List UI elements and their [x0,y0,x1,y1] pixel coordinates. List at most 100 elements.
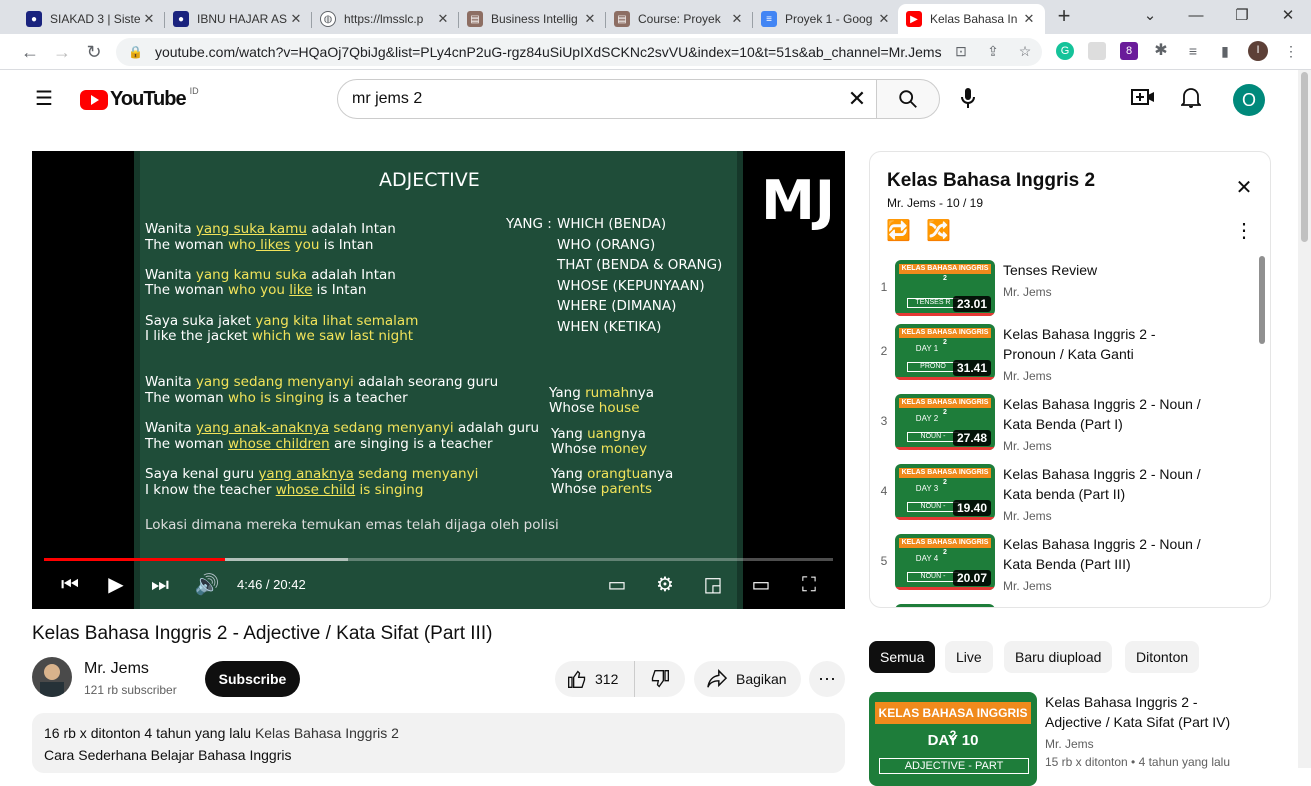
browser-tab[interactable]: ▤ Business Intellig ✕ [459,4,606,34]
extension-grid-icon[interactable] [1088,42,1106,60]
recommended-video[interactable]: KELAS BAHASA INGGRIS 2 DAY 10 ADJECTIVE … [869,692,1289,786]
more-actions-icon[interactable]: ⋯ [809,661,845,697]
progress-bar[interactable] [44,558,833,561]
board-line: Lokasi dimana mereka temukan emas telah … [145,517,559,533]
close-tab-icon[interactable]: ✕ [288,11,304,27]
hamburger-menu-icon[interactable]: ☰ [32,87,56,111]
chrome-menu-icon[interactable]: ⋮ [1280,40,1302,62]
minimize-icon[interactable]: — [1173,4,1219,28]
close-tab-icon[interactable]: ✕ [435,11,451,27]
address-bar[interactable]: 🔒 youtube.com/watch?v=HQaOj7QbiJg&list=P… [116,38,1042,66]
playlist-scrollbar[interactable] [1259,256,1265,344]
extension-badge-icon[interactable]: 8 [1120,42,1138,60]
settings-gear-icon[interactable]: ⚙ [651,573,679,597]
dislike-button[interactable] [635,661,685,697]
duration-badge: 27.48 [952,430,991,446]
notifications-bell-icon[interactable] [1179,87,1203,111]
microphone-icon[interactable] [956,87,980,111]
subscribe-button[interactable]: Subscribe [205,661,300,697]
recommended-thumbnail: KELAS BAHASA INGGRIS 2 DAY 10 ADJECTIVE … [869,692,1037,786]
youtube-header: ☰ YouTube ID mr jems 2 ✕ O [0,70,1298,128]
maximize-icon[interactable]: ❐ [1219,4,1265,28]
description-box[interactable]: 16 rb x ditonton 4 tahun yang lalu Kelas… [32,713,845,773]
subtitles-icon[interactable]: ▭ [603,573,631,597]
thumbnail-label: NOUN - [907,572,959,582]
chip-live[interactable]: Live [945,641,993,673]
play-icon[interactable]: ▶ [102,573,130,597]
tab-search-icon[interactable]: ⌄ [1127,4,1173,28]
tab-title: Course: Proyek [638,12,721,26]
like-button[interactable]: 312 [555,661,635,697]
playlist-index: 4 [880,484,888,498]
browser-tab[interactable]: ▤ Course: Proyek ✕ [606,4,753,34]
video-player[interactable]: ADJECTIVE MJ Wanita yang suka kamu adala… [32,151,845,609]
browser-tab[interactable]: ● IBNU HAJAR AS ✕ [165,4,312,34]
theater-mode-icon[interactable]: ▭ [747,573,775,597]
chip-all[interactable]: Semua [869,641,936,673]
extensions-puzzle-icon[interactable]: ✱ [1150,40,1172,62]
close-tab-icon[interactable]: ✕ [582,11,598,27]
profile-avatar[interactable]: I [1248,41,1268,61]
board-edge-right [737,151,743,609]
close-playlist-icon[interactable]: ✕ [1232,176,1256,200]
close-tab-icon[interactable]: ✕ [1021,11,1037,27]
playlist-menu-icon[interactable]: ⋮ [1232,219,1256,243]
share-icon[interactable]: ⇪ [982,40,1004,62]
back-icon[interactable]: ← [18,40,42,64]
shuffle-icon[interactable]: 🔀 [926,219,951,243]
media-controls-icon[interactable]: ≡ [1182,40,1204,62]
grammarly-icon[interactable]: G [1056,42,1074,60]
playlist-title[interactable]: Kelas Bahasa Inggris 2 [887,170,1095,192]
clear-search-icon[interactable]: ✕ [844,86,870,112]
playlist-item[interactable]: 4 KELAS BAHASA INGGRIS 2 DAY 3 NOUN - 19… [870,464,1260,528]
new-tab-button[interactable]: + [1041,4,1087,28]
share-button[interactable]: Bagikan [694,661,801,697]
next-icon[interactable]: ⏭ [146,573,174,597]
side-panel-icon[interactable]: ▮ [1214,40,1236,62]
miniplayer-icon[interactable]: ◲ [699,573,727,597]
install-app-icon[interactable]: ⊡ [950,40,972,62]
page-scrollbar-thumb[interactable] [1301,72,1308,242]
playlist-item[interactable]: 2 KELAS BAHASA INGGRIS 2 DAY 1 PRONO 31.… [870,324,1260,388]
duration-badge: 19.40 [952,500,991,516]
close-tab-icon[interactable]: ✕ [141,11,157,27]
playlist-item[interactable]: 5 KELAS BAHASA INGGRIS 2 DAY 4 NOUN - 20… [870,534,1260,598]
chip-watched[interactable]: Ditonton [1125,641,1200,673]
youtube-logo[interactable]: YouTube ID [80,86,199,111]
create-video-icon[interactable] [1131,87,1155,111]
previous-icon[interactable]: ⏮ [56,573,84,597]
channel-avatar[interactable] [32,657,72,697]
board-line: I like the jacket which we saw last nigh… [145,328,414,344]
close-tab-icon[interactable]: ✕ [876,11,892,27]
watched-progress [895,587,995,590]
account-avatar[interactable]: O [1233,84,1265,116]
playlist-panel: Kelas Bahasa Inggris 2 Mr. Jems - 10 / 1… [869,151,1271,608]
bookmark-star-icon[interactable]: ☆ [1014,40,1036,62]
browser-tab-active[interactable]: ▶ Kelas Bahasa In ✕ [898,4,1045,34]
playlist-index: 1 [880,280,888,294]
close-window-icon[interactable]: ✕ [1265,4,1311,28]
thumbnail-banner: KELAS BAHASA INGGRIS 2 [875,702,1031,742]
browser-tab[interactable]: ◍ https://lmsslc.p ✕ [312,4,459,34]
playlist-link[interactable]: Kelas Bahasa Inggris 2 [255,725,399,741]
loop-icon[interactable]: 🔁 [886,219,911,243]
volume-icon[interactable]: 🔊 [193,573,221,597]
browser-tab[interactable]: ≡ Proyek 1 - Goog ✕ [753,4,900,34]
board-line: Saya kenal guru yang anaknya sedang meny… [145,466,479,482]
thumbnail-banner: KELAS BAHASA INGGRIS 2 [899,468,991,486]
channel-name[interactable]: Mr. Jems [84,660,149,678]
playlist-item[interactable]: 1 KELAS BAHASA INGGRIS 2 TENSES R 23.01 … [870,260,1260,324]
page-scrollbar[interactable] [1298,70,1311,768]
board-line: Wanita yang suka kamu adalah Intan [145,221,396,237]
close-tab-icon[interactable]: ✕ [729,11,745,27]
browser-tab[interactable]: ● SIAKAD 3 | Sistem ✕ [18,4,165,34]
search-input[interactable]: mr jems 2 ✕ [337,79,877,119]
reload-icon[interactable]: ↻ [82,40,106,64]
search-button[interactable] [876,79,940,119]
chip-recently-uploaded[interactable]: Baru diupload [1004,641,1113,673]
fullscreen-icon[interactable]: ⛶ [795,573,823,597]
forward-icon[interactable]: → [50,40,74,64]
played-bar [44,558,226,561]
playlist-item[interactable]: 3 KELAS BAHASA INGGRIS 2 DAY 2 NOUN - 27… [870,394,1260,458]
thumbnail-day: DAY 2 [915,414,939,423]
